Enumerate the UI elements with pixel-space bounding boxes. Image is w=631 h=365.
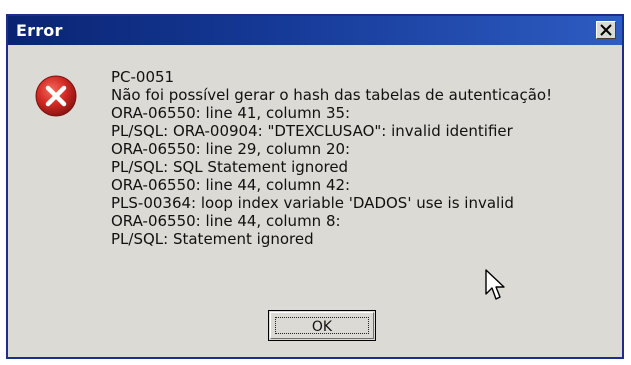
message-line: PLS-00364: loop index variable 'DADOS' u… <box>111 194 514 212</box>
message-line: ORA-06550: line 41, column 35: <box>111 104 351 122</box>
mouse-cursor-icon <box>485 269 505 300</box>
title-bar[interactable]: Error <box>8 16 622 45</box>
close-icon <box>600 24 612 36</box>
message-line: PL/SQL: ORA-00904: "DTEXCLUSAO": invalid… <box>111 122 513 140</box>
error-dialog: Error PC-0051 Não foi possível gerar o h… <box>6 14 624 359</box>
message-line: PL/SQL: Statement ignored <box>111 230 314 248</box>
dialog-title: Error <box>16 21 63 40</box>
error-icon <box>35 75 77 117</box>
message-line: Não foi possível gerar o hash das tabela… <box>111 86 553 104</box>
ok-button-label: OK <box>275 317 369 335</box>
close-button[interactable] <box>596 21 616 39</box>
ok-button[interactable]: OK <box>268 310 376 341</box>
message-line: ORA-06550: line 44, column 8: <box>111 212 341 230</box>
message-line: ORA-06550: line 29, column 20: <box>111 140 351 158</box>
message-line: ORA-06550: line 44, column 42: <box>111 176 351 194</box>
error-message: PC-0051 Não foi possível gerar o hash da… <box>111 68 616 248</box>
message-line: PL/SQL: SQL Statement ignored <box>111 158 349 176</box>
message-line: PC-0051 <box>111 68 175 86</box>
